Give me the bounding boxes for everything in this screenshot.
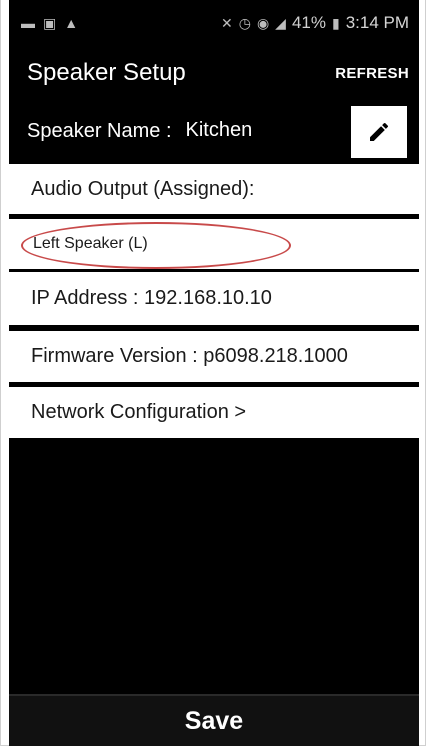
page-title: Speaker Setup <box>27 59 186 86</box>
battery-icon: ▮ <box>331 14 340 31</box>
assigned-speaker-item[interactable]: Left Speaker (L) <box>9 219 419 269</box>
warning-icon: ▲ <box>64 15 79 31</box>
pencil-icon <box>370 122 389 141</box>
refresh-button[interactable]: REFRESH <box>335 65 409 82</box>
signal-icon: ◢ <box>275 14 286 31</box>
firmware-version-row: Firmware Version : p6098.218.1000 <box>9 331 419 382</box>
speaker-name-row: Speaker Name : Kitchen <box>9 100 419 162</box>
speaker-name-value[interactable]: Kitchen <box>186 119 253 144</box>
speaker-name-label: Speaker Name : <box>27 119 172 142</box>
save-button[interactable]: Save <box>185 707 243 736</box>
app-bar: Speaker Setup REFRESH <box>9 46 419 100</box>
status-bar: ▬ ▣ ▲ ✕ ◷ ◉ ◢ 41% ▮ 3:14 PM <box>9 0 419 46</box>
alarm-icon: ◷ <box>238 14 251 31</box>
mute-icon: ✕ <box>220 14 233 31</box>
network-configuration-item[interactable]: Network Configuration > <box>9 387 419 438</box>
status-left-icons: ▬ ▣ ▲ <box>21 15 78 32</box>
wifi-icon: ◉ <box>256 14 270 31</box>
ip-address-row: IP Address : 192.168.10.10 <box>9 272 419 325</box>
battery-percent: 41% <box>291 13 326 32</box>
notification-icon: ▬ <box>21 15 35 31</box>
edit-name-button[interactable] <box>351 106 407 158</box>
screen: ▬ ▣ ▲ ✕ ◷ ◉ ◢ 41% ▮ 3:14 PM Speaker Setu… <box>0 0 426 746</box>
save-bar: Save <box>9 694 419 746</box>
image-icon: ▣ <box>43 14 57 31</box>
phone-screen: ▬ ▣ ▲ ✕ ◷ ◉ ◢ 41% ▮ 3:14 PM Speaker Setu… <box>9 0 419 746</box>
status-time: 3:14 PM <box>345 13 409 32</box>
audio-output-label: Audio Output (Assigned): <box>9 164 419 214</box>
status-right-icons: ✕ ◷ ◉ ◢ 41% ▮ 3:14 PM <box>221 13 409 33</box>
